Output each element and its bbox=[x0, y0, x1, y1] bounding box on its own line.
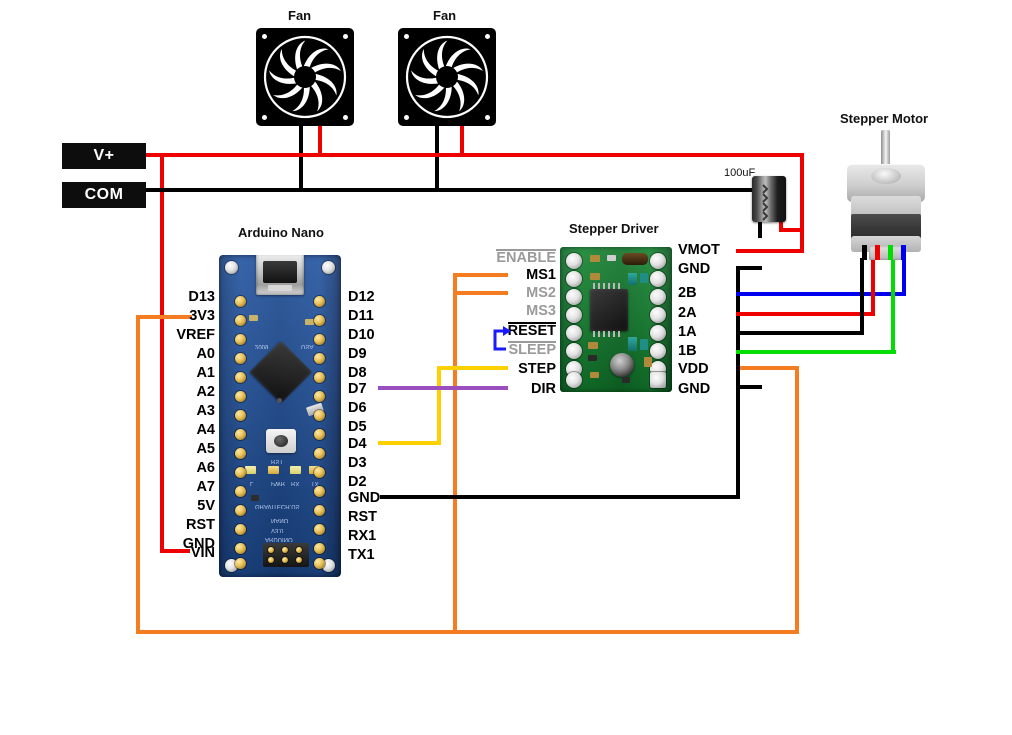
arduino-pin-label-a1: A1 bbox=[196, 365, 215, 381]
driver-pin-label-ms2: MS2 bbox=[526, 285, 556, 301]
wire-capacitor-positive-link bbox=[779, 228, 804, 232]
arduino-pin-label-a6: A6 bbox=[196, 460, 215, 476]
stepper-driver-title: Stepper Driver bbox=[569, 221, 659, 236]
arduino-pin-label-a5: A5 bbox=[196, 441, 215, 457]
driver-pin-label-1a: 1A bbox=[678, 324, 697, 340]
driver-pin-label-gnd-bottom: GND bbox=[678, 381, 711, 397]
wire-com-bus bbox=[146, 188, 762, 192]
wire-1b-green-vertical bbox=[891, 258, 895, 354]
arduino-pin-label-5v: 5V bbox=[197, 498, 215, 514]
arduino-pin-label-tx1: TX1 bbox=[348, 547, 375, 563]
wire-2a-red bbox=[736, 312, 875, 316]
wire-1b-green bbox=[736, 350, 896, 354]
stepper-motor-title: Stepper Motor bbox=[840, 111, 929, 126]
driver-pin-label-ms1: MS1 bbox=[526, 267, 556, 283]
driver-pin-label-gnd-top: GND bbox=[678, 261, 711, 277]
arduino-pin-label-d13: D13 bbox=[188, 289, 215, 305]
stepper-motor bbox=[845, 130, 927, 260]
arduino-pin-label-a0: A0 bbox=[196, 346, 215, 362]
driver-pin-label-step: STEP bbox=[518, 361, 556, 377]
wire-gnd-arduino-to-driver bbox=[380, 495, 740, 499]
driver-pin-label-vdd: VDD bbox=[678, 361, 709, 377]
motor-lead-red bbox=[875, 245, 880, 260]
driver-pin-label-2a: 2A bbox=[678, 305, 697, 321]
driver-pin-label-sleep: SLEEP bbox=[508, 341, 556, 358]
arduino-nano-title: Arduino Nano bbox=[238, 225, 324, 240]
driver-pin-label-enable: ENABLE bbox=[496, 249, 556, 266]
driver-pin-label-dir: DIR bbox=[531, 381, 556, 397]
motor-lead-black bbox=[862, 245, 867, 260]
wire-step-from-d4 bbox=[378, 441, 441, 445]
wire-gnd-driver-vertical bbox=[736, 266, 740, 499]
arduino-pin-label-rst: RST bbox=[186, 517, 215, 533]
arduino-pin-label-rst: RST bbox=[348, 509, 377, 525]
capacitor-value-label: 100uF bbox=[724, 167, 756, 179]
wire-1a-black bbox=[736, 331, 864, 335]
wire-driver-gnd-bottom-stub bbox=[736, 385, 762, 389]
fan-2 bbox=[398, 28, 496, 126]
fan-2-title: Fan bbox=[433, 8, 457, 23]
driver-pin-label-reset: RESET bbox=[507, 322, 556, 339]
arduino-pin-label-d3: D3 bbox=[348, 455, 367, 471]
wire-2b-blue bbox=[736, 292, 906, 296]
reset-sleep-jumper-icon bbox=[493, 326, 511, 351]
wire-logic-bottom-bus bbox=[136, 630, 799, 634]
wire-vplus-to-vmot-vertical bbox=[800, 153, 804, 251]
driver-pin-label-ms3: MS3 bbox=[526, 303, 556, 319]
arduino-pin-label-d2: D2 bbox=[348, 474, 367, 490]
terminal-com[interactable]: COM bbox=[62, 182, 146, 208]
wiring-diagram-canvas: Fan Fan Stepper Motor Arduino Nano Stepp… bbox=[0, 0, 1012, 735]
wire-vplus-bus bbox=[146, 153, 804, 157]
wire-vplus-to-vmot bbox=[736, 249, 804, 253]
arduino-pin-label-a3: A3 bbox=[196, 403, 215, 419]
fan-1-title: Fan bbox=[288, 8, 312, 23]
wire-vdd-vertical bbox=[795, 366, 799, 634]
arduino-nano-board: 2009 USA RST PWR RX TX L GRAVITECH.US NA… bbox=[219, 255, 341, 577]
arduino-pin-label-d6: D6 bbox=[348, 400, 367, 416]
wire-fan1-negative bbox=[299, 126, 303, 192]
driver-pin-label-2b: 2B bbox=[678, 285, 697, 301]
arduino-pin-label-a2: A2 bbox=[196, 384, 215, 400]
stepper-driver-board bbox=[560, 247, 672, 392]
arduino-pin-label-d4: D4 bbox=[348, 436, 367, 452]
wire-1a-black-vertical bbox=[860, 258, 864, 335]
driver-pin-label-vmot: VMOT bbox=[678, 242, 720, 258]
arduino-pin-label-a4: A4 bbox=[196, 422, 215, 438]
wire-driver-gnd-top bbox=[736, 266, 762, 270]
arduino-pin-label-vin: VIN bbox=[190, 545, 215, 561]
fan-blades-icon bbox=[405, 35, 489, 119]
arduino-pin-label-rx1: RX1 bbox=[348, 528, 377, 544]
motor-lead-green bbox=[888, 245, 893, 260]
arduino-pin-label-a7: A7 bbox=[196, 479, 215, 495]
driver-pin-label-1b: 1B bbox=[678, 343, 697, 359]
wire-2b-blue-vertical bbox=[902, 258, 906, 296]
terminal-v-plus[interactable]: V+ bbox=[62, 143, 146, 169]
arduino-pin-label-d5: D5 bbox=[348, 419, 367, 435]
electrolytic-capacitor bbox=[752, 176, 786, 222]
wire-2a-red-vertical bbox=[871, 258, 875, 316]
motor-lead-blue bbox=[901, 245, 906, 260]
wire-vdd bbox=[736, 366, 799, 370]
arduino-pin-label-gnd: GND bbox=[348, 490, 381, 506]
arduino-pin-label-vref: VREF bbox=[176, 327, 215, 343]
terminal-com-label: COM bbox=[84, 186, 124, 203]
arduino-pin-label-3v3: 3V3 bbox=[189, 308, 215, 324]
fan-blades-icon bbox=[263, 35, 347, 119]
wire-step-vertical bbox=[437, 366, 441, 445]
wire-fan2-negative bbox=[435, 126, 439, 192]
fan-1 bbox=[256, 28, 354, 126]
terminal-v-plus-label: V+ bbox=[93, 147, 115, 164]
